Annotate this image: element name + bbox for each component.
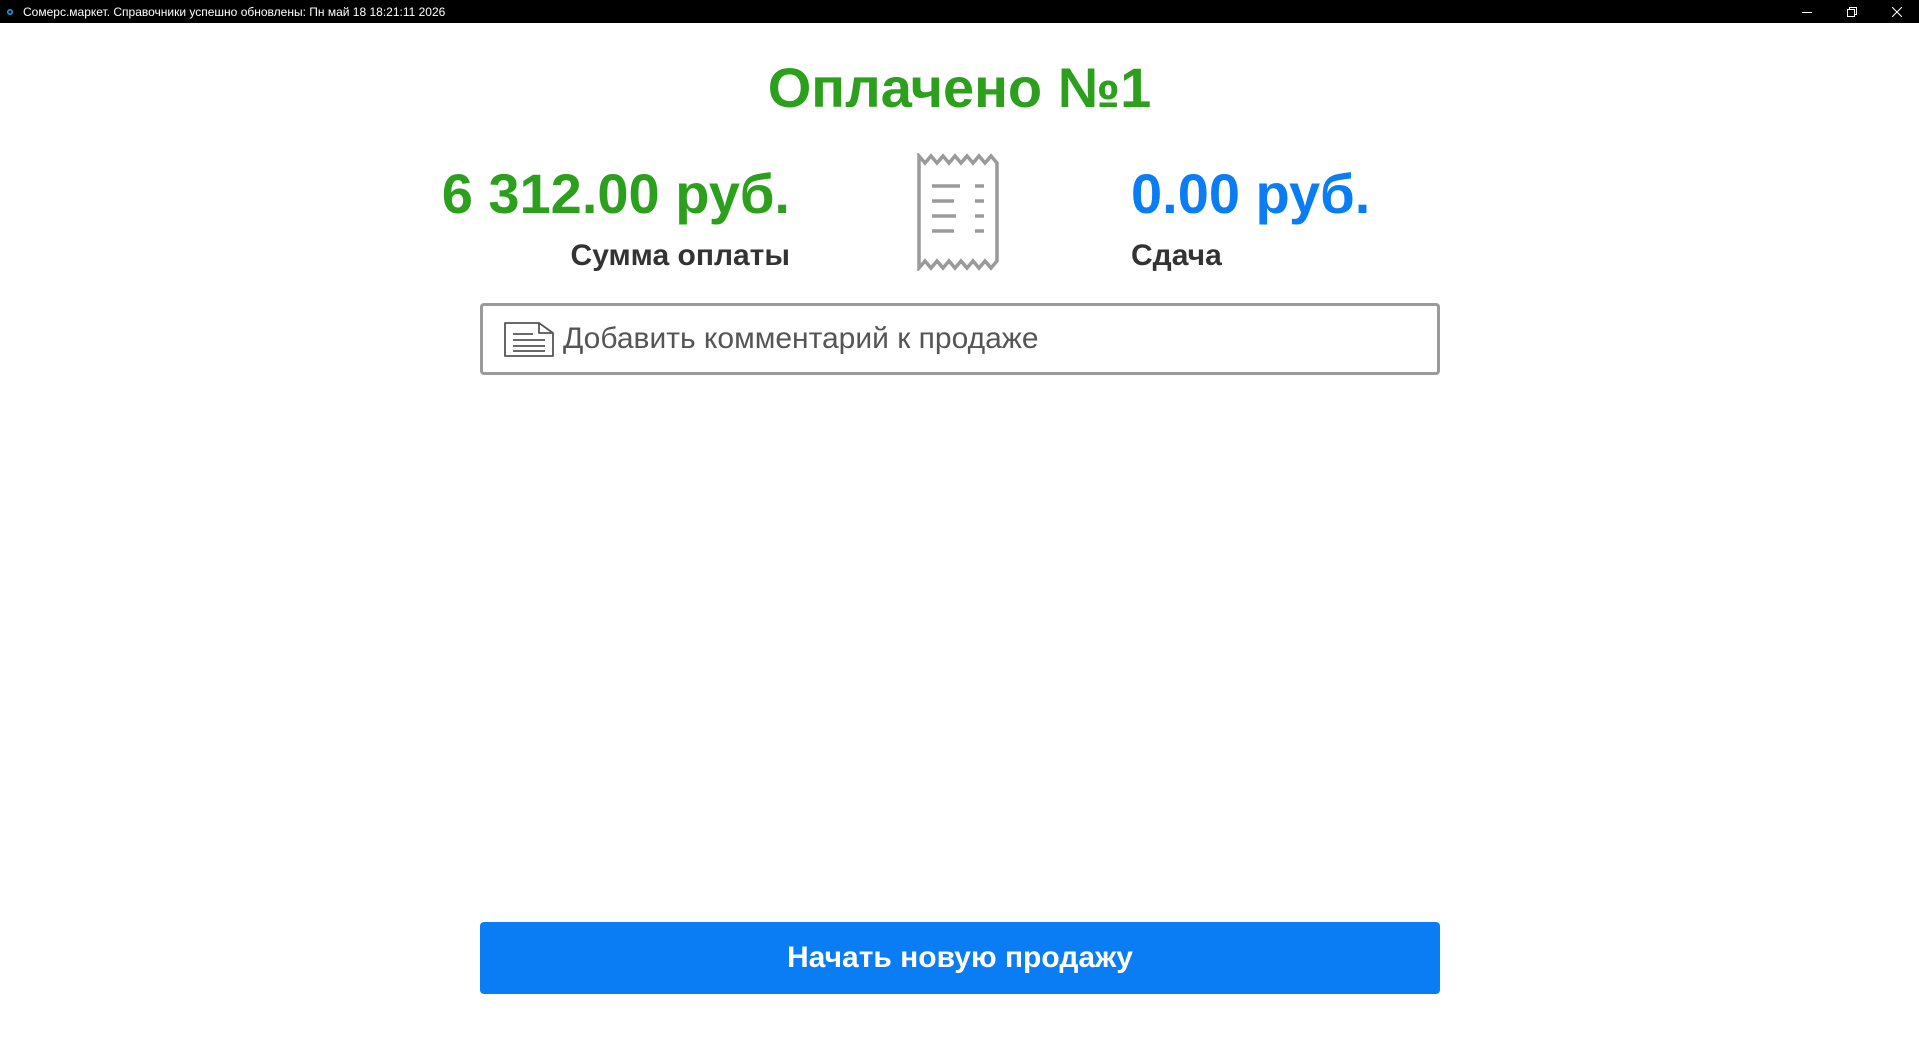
minimize-button[interactable] [1784, 0, 1829, 23]
close-icon [1891, 6, 1902, 17]
close-button[interactable] [1874, 0, 1919, 23]
change-label: Сдача [1131, 239, 1222, 272]
minimize-icon [1801, 11, 1812, 13]
comment-placeholder: Добавить комментарий к продаже [563, 322, 1039, 355]
restore-button[interactable] [1829, 0, 1874, 23]
sale-comment-field[interactable]: Добавить комментарий к продаже [480, 303, 1440, 375]
app-icon [5, 7, 15, 17]
new-sale-button[interactable]: Начать новую продажу [480, 922, 1440, 994]
new-sale-label: Начать новую продажу [786, 941, 1133, 974]
receipt-icon [917, 153, 999, 271]
title-bar: Сомерс.маркет. Справочники успешно обнов… [0, 0, 1919, 23]
restore-icon [1846, 6, 1857, 17]
window-title: Сомерс.маркет. Справочники успешно обнов… [23, 4, 446, 19]
document-icon [504, 322, 554, 357]
change-value: 0.00 руб. [1131, 162, 1371, 225]
payment-heading: Оплачено №1 [767, 56, 1152, 119]
amount-paid-value: 6 312.00 руб. [441, 162, 790, 225]
amount-paid-label: Сумма оплаты [570, 239, 790, 272]
window-controls [1784, 0, 1919, 23]
